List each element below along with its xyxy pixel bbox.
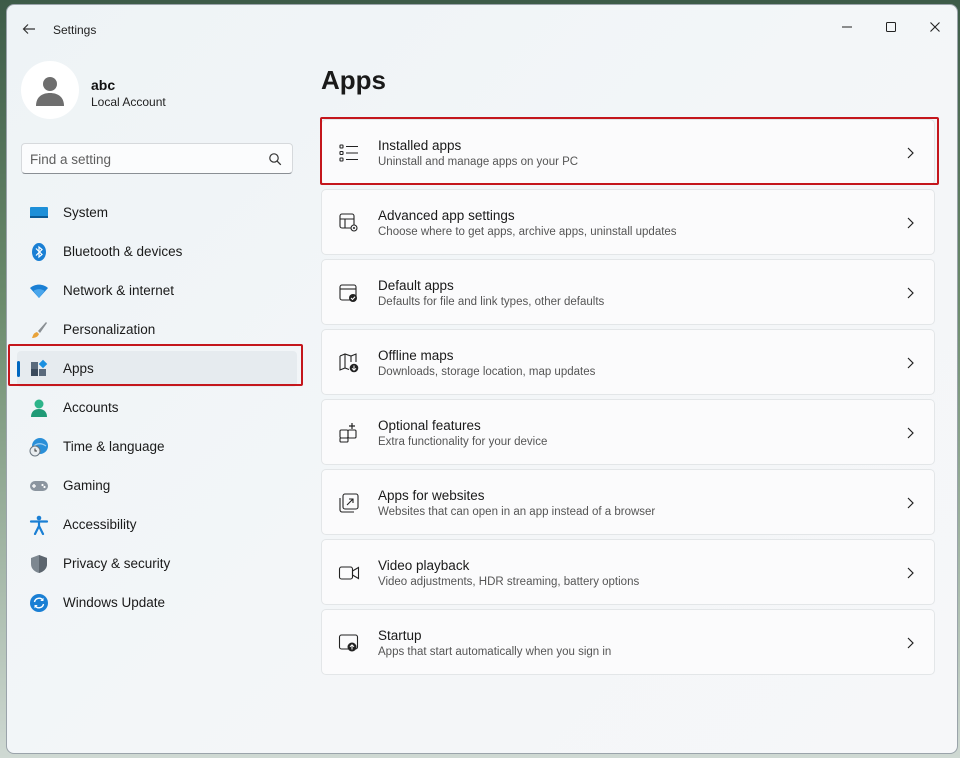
accounts-icon — [31, 399, 47, 417]
sidebar-item-accounts[interactable]: Accounts — [17, 390, 297, 426]
chevron-right-icon — [907, 567, 914, 579]
back-button[interactable] — [19, 19, 39, 39]
card-optional-features[interactable]: Optional features Extra functionality fo… — [321, 399, 935, 465]
sidebar-item-network[interactable]: Network & internet — [17, 273, 297, 309]
sidebar-item-label: Time & language — [63, 439, 165, 454]
shield-icon — [31, 555, 47, 573]
card-subtitle: Apps that start automatically when you s… — [378, 646, 612, 658]
profile-account-type: Local Account — [91, 95, 166, 109]
sidebar-item-privacy[interactable]: Privacy & security — [17, 546, 297, 582]
card-subtitle: Video adjustments, HDR streaming, batter… — [378, 576, 640, 588]
minimize-icon — [842, 26, 852, 28]
close-button[interactable] — [913, 13, 957, 41]
gamepad-icon — [30, 481, 48, 491]
sidebar-item-bluetooth[interactable]: Bluetooth & devices — [17, 234, 297, 270]
sidebar-item-gaming[interactable]: Gaming — [17, 468, 297, 504]
search-icon[interactable] — [268, 152, 282, 166]
highlight-box-installed-apps — [320, 117, 939, 185]
open-in-app-icon — [339, 493, 359, 513]
window-title: Settings — [53, 23, 97, 37]
card-title: Optional features — [378, 418, 481, 433]
page-title: Apps — [321, 65, 386, 95]
default-apps-icon — [339, 284, 357, 302]
search-input[interactable] — [30, 150, 260, 168]
back-arrow-icon — [22, 24, 35, 34]
startup-icon — [338, 634, 359, 652]
sidebar-item-label: Bluetooth & devices — [63, 244, 183, 259]
card-apps-for-websites[interactable]: Apps for websites Websites that can open… — [321, 469, 935, 535]
profile-name: abc — [91, 77, 116, 93]
sidebar-item-label: System — [63, 205, 109, 220]
card-title: Offline maps — [378, 348, 454, 363]
card-offline-maps[interactable]: Offline maps Downloads, storage location… — [321, 329, 935, 395]
map-download-icon — [339, 353, 359, 373]
chevron-right-icon — [907, 287, 914, 299]
sidebar-item-label: Privacy & security — [63, 556, 171, 571]
sidebar-item-label: Windows Update — [63, 595, 166, 610]
card-title: Advanced app settings — [378, 208, 515, 223]
sidebar-item-accessibility[interactable]: Accessibility — [17, 507, 297, 543]
card-subtitle: Choose where to get apps, archive apps, … — [378, 226, 677, 238]
minimize-button[interactable] — [825, 13, 869, 41]
sidebar-item-windows-update[interactable]: Windows Update — [17, 585, 297, 621]
avatar — [21, 61, 79, 119]
chevron-right-icon — [907, 217, 914, 229]
app-gear-icon — [339, 213, 358, 232]
title-bar: Settings — [7, 5, 957, 53]
update-icon — [30, 594, 48, 612]
wifi-icon — [30, 284, 48, 298]
settings-window: Settings abc Local Account Find a settin… — [6, 4, 958, 754]
chevron-right-icon — [907, 357, 914, 369]
card-title: Default apps — [378, 278, 454, 293]
brush-icon — [32, 322, 47, 338]
add-feature-icon — [339, 423, 357, 443]
user-avatar-icon — [36, 77, 64, 106]
card-subtitle: Defaults for file and link types, other … — [378, 296, 605, 308]
sidebar-item-time-language[interactable]: Time & language — [17, 429, 297, 465]
system-icon — [30, 207, 48, 218]
globe-clock-icon — [29, 438, 48, 457]
maximize-button[interactable] — [869, 13, 913, 41]
highlight-box-apps — [8, 344, 303, 386]
chevron-right-icon — [907, 637, 914, 649]
card-title: Video playback — [378, 558, 470, 573]
accessibility-icon — [29, 515, 49, 535]
sidebar-item-label: Network & internet — [63, 283, 175, 298]
card-title: Startup — [378, 628, 422, 643]
card-title: Apps for websites — [378, 488, 485, 503]
chevron-right-icon — [907, 497, 914, 509]
close-icon — [930, 22, 940, 32]
card-startup[interactable]: Startup Apps that start automatically wh… — [321, 609, 935, 675]
card-subtitle: Websites that can open in an app instead… — [378, 506, 656, 518]
card-default-apps[interactable]: Default apps Defaults for file and link … — [321, 259, 935, 325]
user-profile[interactable]: abc Local Account — [21, 61, 301, 121]
sidebar-item-label: Accessibility — [63, 517, 137, 532]
sidebar-item-personalization[interactable]: Personalization — [17, 312, 297, 348]
card-video-playback[interactable]: Video playback Video adjustments, HDR st… — [321, 539, 935, 605]
video-icon — [338, 566, 360, 580]
sidebar-item-label: Accounts — [63, 400, 119, 415]
sidebar-item-system[interactable]: System — [17, 195, 297, 231]
sidebar-item-label: Personalization — [63, 322, 156, 337]
search-box[interactable] — [21, 143, 293, 174]
sidebar-item-label: Gaming — [63, 478, 111, 493]
maximize-icon — [886, 22, 896, 32]
bluetooth-icon — [32, 243, 46, 261]
chevron-right-icon — [907, 427, 914, 439]
card-subtitle: Extra functionality for your device — [378, 436, 548, 448]
card-advanced-app-settings[interactable]: Advanced app settings Choose where to ge… — [321, 189, 935, 255]
card-subtitle: Downloads, storage location, map updates — [378, 366, 596, 378]
